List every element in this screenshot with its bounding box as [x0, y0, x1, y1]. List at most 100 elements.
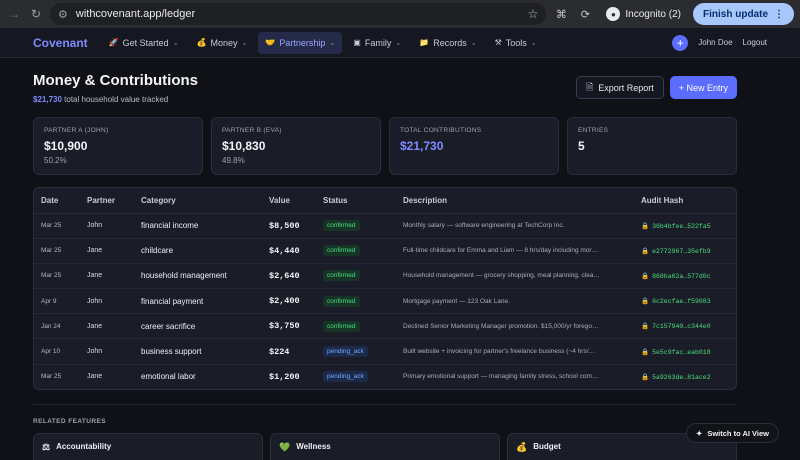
- nav-item-label: Partnership: [279, 37, 326, 48]
- nav-item-label: Get Started: [122, 37, 169, 48]
- chevron-down-icon: ⌄: [470, 39, 477, 47]
- nav-item-records[interactable]: 📁 Records ⌄: [412, 32, 483, 54]
- cell-audit-hash[interactable]: 🔒 5a9263de…81ace2: [634, 364, 736, 389]
- status-badge: pending_ack: [323, 346, 368, 358]
- nav-item-label: Family: [364, 37, 392, 48]
- cell-status: confirmed: [316, 263, 396, 290]
- audit-hash-text: 6c2ecfae…f59083: [652, 298, 711, 306]
- table-row[interactable]: Mar 25 Jane childcare $4,440 confirmed Full-t…: [34, 238, 736, 264]
- green-heart-icon: 💚: [279, 442, 291, 453]
- incognito-icon: ●: [606, 7, 621, 21]
- main-menu: 🚀 Get Started ⌄ 💰 Money ⌄ 🤝 Partnership ⌄ ▣ Family…: [102, 31, 544, 54]
- site-settings-icon[interactable]: ⚙: [58, 8, 68, 21]
- tools-icon: ⚒: [494, 38, 502, 47]
- cell-audit-hash[interactable]: 🔒 36b4bfee…522fa5: [634, 213, 736, 239]
- bookmark-star-icon[interactable]: ☆: [528, 7, 539, 21]
- handshake-icon: 🤝: [265, 38, 276, 47]
- cell-description: Built website + invoicing for partner's …: [396, 338, 634, 365]
- address-bar[interactable]: ⚙ withcovenant.app/ledger ☆: [50, 3, 547, 25]
- section-divider: [33, 404, 737, 406]
- cell-category: financial payment: [134, 288, 262, 315]
- column-header: Partner: [80, 188, 134, 214]
- cell-partner: Jane: [80, 263, 134, 290]
- stat-card: TOTAL CONTRIBUTIONS $21,730: [389, 117, 559, 175]
- cell-date: Mar 25: [34, 213, 80, 239]
- cell-audit-hash[interactable]: 🔒 6c2ecfae…f59083: [634, 288, 736, 315]
- new-entry-button[interactable]: + New Entry: [669, 76, 737, 99]
- incognito-indicator[interactable]: ● Incognito (2): [600, 7, 687, 21]
- table-row[interactable]: Apr 9 John financial payment $2,400 confirme…: [34, 288, 736, 315]
- stat-label: PARTNER A (JOHN): [44, 127, 109, 134]
- feature-label: Budget: [533, 442, 561, 452]
- cell-audit-hash[interactable]: 🔒 7c157940…c344e0: [634, 313, 736, 340]
- nav-item-money[interactable]: 💰 Money ⌄: [190, 32, 255, 54]
- cell-status: confirmed: [316, 213, 396, 239]
- stat-cards: PARTNER A (JOHN) $10,900 50.2% PARTNER B (E…: [33, 117, 737, 175]
- stat-percent: 50.2%: [44, 156, 67, 165]
- audit-hash-text: 5e5c9fac…eab018: [652, 348, 711, 356]
- stat-label: PARTNER B (EVA): [222, 127, 282, 134]
- extensions-icon[interactable]: ⟳: [576, 5, 594, 23]
- cell-value: $1,200: [269, 371, 300, 382]
- cell-description: Primary emotional support — managing fam…: [403, 373, 599, 381]
- nav-item-partnership[interactable]: 🤝 Partnership ⌄: [258, 31, 343, 54]
- total-amount: $21,730: [33, 95, 62, 104]
- quick-add-button[interactable]: +: [672, 34, 689, 51]
- cell-value: $224: [262, 338, 316, 365]
- status-badge: confirmed: [323, 220, 360, 232]
- cell-value: $2,400: [262, 288, 316, 315]
- cell-audit-hash[interactable]: 🔒 868ba62a…577d0c: [634, 263, 736, 290]
- cell-audit-hash[interactable]: 🔒 5e5c9fac…eab018: [634, 338, 736, 365]
- cell-audit-hash[interactable]: 🔒 e2772967…35efb9: [634, 238, 736, 264]
- nav-item-family[interactable]: ▣ Family ⌄: [346, 32, 408, 54]
- cell-status: confirmed: [316, 313, 396, 340]
- switch-ai-view-label: Switch to AI View: [707, 428, 769, 438]
- cell-date: Jan 24: [34, 313, 80, 340]
- lock-icon: 🔒: [641, 222, 650, 230]
- stat-value: $10,830: [222, 139, 266, 153]
- table-header-row: Date Partner Category Value Status Descriptio…: [34, 188, 736, 214]
- finish-update-button[interactable]: Finish update ⋮: [693, 3, 794, 25]
- more-vertical-icon: ⋮: [774, 8, 784, 20]
- scales-icon: ⚖: [42, 442, 51, 453]
- cell-date: Mar 25: [34, 263, 80, 290]
- stat-card: PARTNER B (EVA) $10,830 49.8%: [211, 117, 381, 175]
- column-header: Description: [396, 188, 634, 214]
- brand-logo[interactable]: Covenant: [33, 36, 88, 50]
- cell-partner: Jane: [80, 313, 134, 340]
- forward-icon[interactable]: →: [6, 6, 22, 22]
- status-badge: confirmed: [323, 245, 360, 257]
- user-name: John Doe: [698, 38, 733, 47]
- cell-partner: John: [80, 213, 134, 239]
- incognito-label: Incognito (2): [625, 8, 681, 20]
- column-header: Date: [34, 188, 80, 214]
- lock-icon: 🔒: [641, 348, 650, 356]
- nav-item-get-started[interactable]: 🚀 Get Started ⌄: [102, 32, 186, 54]
- table-row[interactable]: Mar 25 John financial income $8,500 confirme…: [34, 213, 736, 239]
- feature-card-accountability[interactable]: ⚖ Accountability: [33, 433, 263, 460]
- browser-toolbar: → ↻ ⚙ withcovenant.app/ledger ☆ ⌘ ⟳ ● In…: [0, 0, 800, 28]
- lock-icon: 🔒: [641, 247, 650, 255]
- feature-card-wellness[interactable]: 💚 Wellness: [270, 433, 500, 460]
- logout-link[interactable]: Logout: [743, 38, 767, 47]
- nav-item-label: Money: [210, 37, 238, 48]
- export-report-label: Export Report: [598, 82, 654, 93]
- money-bag-icon: 💰: [516, 442, 528, 453]
- cell-partner: John: [80, 338, 134, 365]
- export-report-button[interactable]: 🗎 Export Report: [575, 76, 664, 99]
- table-row[interactable]: Apr 10 John business support $224 pending_ac…: [34, 338, 736, 365]
- cell-category: career sacrifice: [134, 313, 262, 340]
- finish-update-label: Finish update: [703, 8, 768, 20]
- header-actions: 🗎 Export Report + New Entry: [575, 76, 737, 99]
- table-row[interactable]: Jan 24 Jane career sacrifice $3,750 confirme…: [34, 313, 736, 340]
- translate-icon[interactable]: ⌘: [552, 5, 570, 23]
- audit-hash-text: 868ba62a…577d0c: [652, 272, 711, 280]
- rocket-icon: 🚀: [108, 38, 119, 47]
- switch-ai-view-button[interactable]: ✦ Switch to AI View: [686, 423, 779, 443]
- table-row[interactable]: Mar 25 Jane household management $2,640 conf…: [34, 263, 736, 290]
- app-navbar: Covenant 🚀 Get Started ⌄ 💰 Money ⌄ 🤝 Partnershi…: [0, 28, 800, 58]
- nav-item-tools[interactable]: ⚒ Tools ⌄: [488, 32, 544, 54]
- reload-icon[interactable]: ↻: [28, 6, 44, 22]
- table-row[interactable]: Mar 25 Jane emotional labor $1,200 pending_a…: [34, 364, 736, 389]
- page-content: Money & Contributions $21,730 total hous…: [0, 72, 800, 460]
